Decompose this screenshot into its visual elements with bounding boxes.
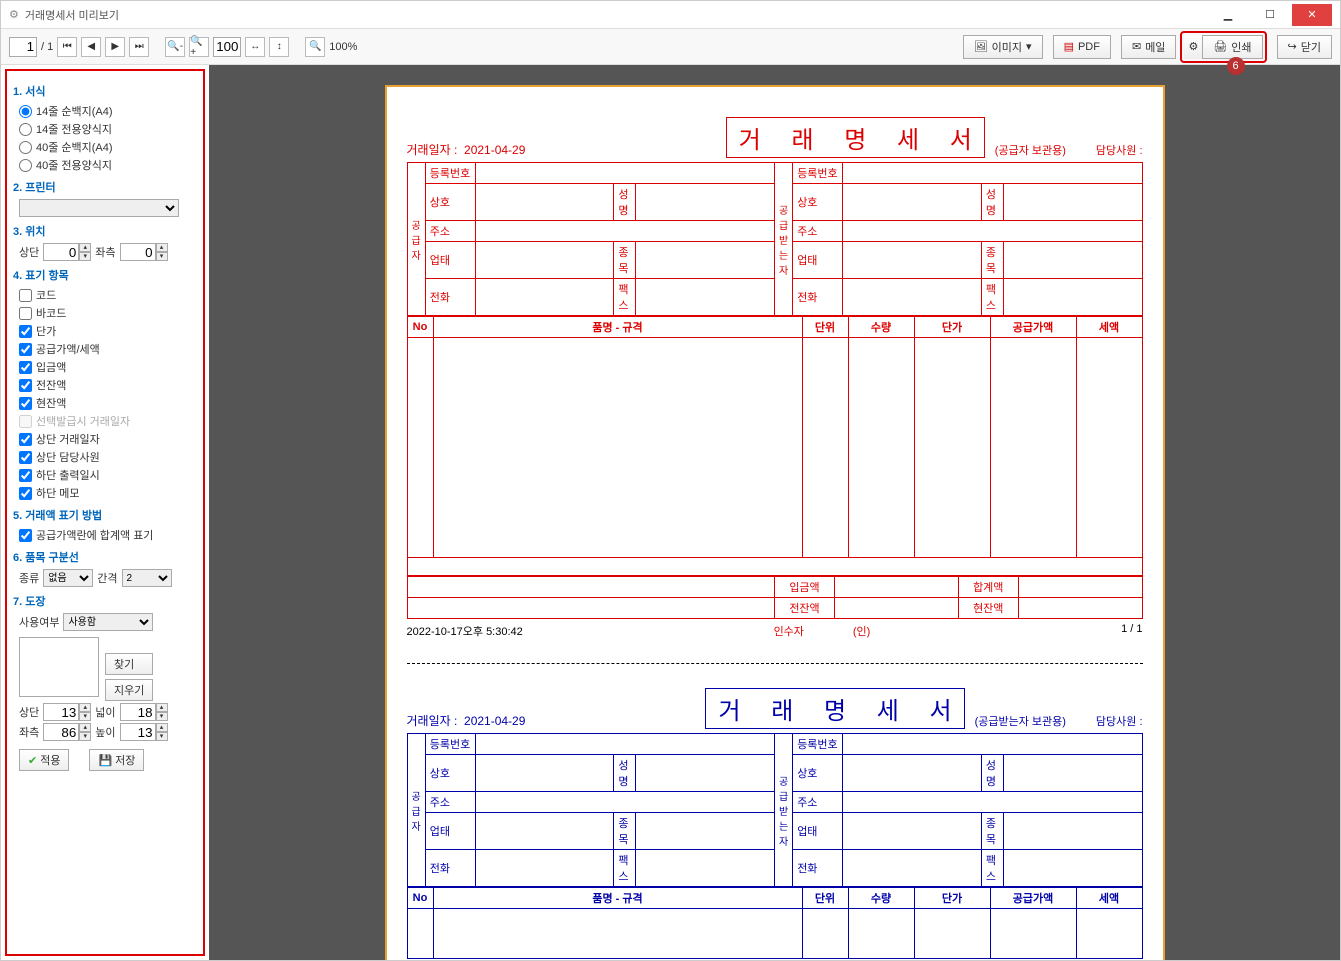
display-chk-4[interactable]: 입금액 — [19, 359, 197, 375]
stamp-use[interactable]: 사용함 — [63, 613, 153, 631]
sidebar: 1. 서식 14줄 순백지(A4) 14줄 전용양식지 40줄 순백지(A4) … — [5, 69, 205, 956]
pdf-button[interactable]: ▤PDF — [1053, 35, 1111, 59]
display-chk-6[interactable]: 현잔액 — [19, 395, 197, 411]
zoom-input[interactable] — [213, 37, 241, 57]
print-settings-button[interactable]: ⚙ — [1184, 35, 1202, 59]
display-chk-11[interactable]: 하단 메모 — [19, 485, 197, 501]
format-opt-3[interactable]: 40줄 전용양식지 — [19, 157, 197, 173]
print-group: ⚙ 🖨인쇄 6 — [1180, 31, 1266, 63]
stamp-find[interactable]: 찾기 — [105, 653, 153, 675]
display-chk-3[interactable]: 공급가액/세액 — [19, 341, 197, 357]
zoom-reset-button[interactable]: 🔍 — [305, 37, 325, 57]
summary-table: 입금액합계액 전잔액현잔액 — [407, 576, 1143, 619]
last-page-button[interactable]: ⏭ — [129, 37, 149, 57]
zoom-in-button[interactable]: 🔍+ — [189, 37, 209, 57]
image-icon: 🖼 — [974, 40, 988, 53]
mail-button[interactable]: ✉메일 — [1121, 35, 1176, 59]
divider-type[interactable]: 없음 — [43, 569, 93, 587]
section-stamp: 7. 도장 — [13, 593, 197, 609]
display-chk-2[interactable]: 단가 — [19, 323, 197, 339]
minimize-button[interactable]: ▁ — [1208, 4, 1248, 26]
mail-icon: ✉ — [1132, 40, 1141, 53]
printer-select[interactable] — [19, 199, 179, 217]
format-opt-0[interactable]: 14줄 순백지(A4) — [19, 103, 197, 119]
exit-icon: ↪ — [1288, 40, 1297, 53]
page-num: 1 / 1 — [1121, 623, 1142, 639]
apply-button[interactable]: ✔적용 — [19, 749, 69, 771]
display-chk-7: 선택발급시 거래일자 — [19, 413, 197, 429]
titlebar: ⚙ 거래명세서 미리보기 ▁ ☐ ✕ — [1, 1, 1340, 29]
fit-width-button[interactable]: ↔ — [245, 37, 265, 57]
date-label: 거래일자 : 2021-04-29 — [407, 143, 526, 157]
display-chk-5[interactable]: 전잔액 — [19, 377, 197, 393]
display-chk-0[interactable]: 코드 — [19, 287, 197, 303]
close-button[interactable]: ↪닫기 — [1277, 35, 1332, 59]
zoom-label: 100% — [329, 41, 357, 53]
pdf-icon: ▤ — [1064, 40, 1074, 53]
save-icon: 💾 — [98, 754, 112, 767]
doc-kind: (공급자 보관용) — [995, 142, 1066, 158]
stamp-left[interactable] — [43, 723, 79, 741]
section-display: 4. 표기 항목 — [13, 267, 197, 283]
divider-gap[interactable]: 2 — [122, 569, 172, 587]
stamp-width[interactable] — [120, 703, 156, 721]
display-chk-9[interactable]: 상단 담당사원 — [19, 449, 197, 465]
zoom-out-button[interactable]: 🔍- — [165, 37, 185, 57]
section-divider: 6. 품목 구분선 — [13, 549, 197, 565]
section-format: 1. 서식 — [13, 83, 197, 99]
fit-height-button[interactable]: ↕ — [269, 37, 289, 57]
section-position: 3. 위치 — [13, 223, 197, 239]
image-button[interactable]: 🖼이미지▾ — [963, 35, 1043, 59]
display-chk-1[interactable]: 바코드 — [19, 305, 197, 321]
items-table: No품명 - 규격단위수량단가공급가액세액 — [407, 316, 1143, 576]
print-button[interactable]: 🖨인쇄 — [1202, 35, 1262, 59]
section-amount: 5. 거래액 표기 방법 — [13, 507, 197, 523]
pos-left[interactable] — [120, 243, 156, 261]
stamp-clear[interactable]: 지우기 — [105, 679, 153, 701]
close-window-button[interactable]: ✕ — [1292, 4, 1332, 26]
display-chk-10[interactable]: 하단 출력일시 — [19, 467, 197, 483]
preview-area[interactable]: 거래일자 : 2021-04-29 거 래 명 세 서 (공급자 보관용) 담당… — [209, 65, 1340, 960]
timestamp: 2022-10-17오후 5:30:42 — [407, 623, 523, 639]
document-page: 거래일자 : 2021-04-29 거 래 명 세 서 (공급자 보관용) 담당… — [385, 85, 1165, 960]
printer-icon: 🖨 — [1213, 40, 1227, 53]
format-opt-2[interactable]: 40줄 순백지(A4) — [19, 139, 197, 155]
section-printer: 2. 프린터 — [13, 179, 197, 195]
page-input[interactable] — [9, 37, 37, 57]
amount-chk[interactable]: 공급가액란에 합계액 표기 — [19, 527, 197, 543]
toolbar: / 1 ⏮ ◀ ▶ ⏭ 🔍- 🔍+ ↔ ↕ 🔍 100% 🖼이미지▾ ▤PDF … — [1, 29, 1340, 65]
page-total: / 1 — [41, 41, 53, 53]
badge-6: 6 — [1227, 57, 1245, 75]
save-button[interactable]: 💾저장 — [89, 749, 144, 771]
maximize-button[interactable]: ☐ — [1250, 4, 1290, 26]
gear-icon: ⚙ — [9, 8, 19, 21]
prev-page-button[interactable]: ◀ — [81, 37, 101, 57]
stamp-height[interactable] — [120, 723, 156, 741]
staff-label: 담당사원 : — [1096, 142, 1143, 158]
next-page-button[interactable]: ▶ — [105, 37, 125, 57]
stamp-preview — [19, 637, 99, 697]
check-icon: ✔ — [28, 754, 37, 767]
doc-title: 거 래 명 세 서 — [726, 117, 985, 158]
info-table: 공급자등록번호공급받는자등록번호 상호성명상호성명 주소주소 업태종목업태종목 … — [407, 162, 1143, 316]
format-opt-1[interactable]: 14줄 전용양식지 — [19, 121, 197, 137]
display-chk-8[interactable]: 상단 거래일자 — [19, 431, 197, 447]
first-page-button[interactable]: ⏮ — [57, 37, 77, 57]
window-title: 거래명세서 미리보기 — [25, 7, 1206, 23]
gear-icon: ⚙ — [1188, 40, 1198, 53]
stamp-top[interactable] — [43, 703, 79, 721]
pos-top[interactable] — [43, 243, 79, 261]
